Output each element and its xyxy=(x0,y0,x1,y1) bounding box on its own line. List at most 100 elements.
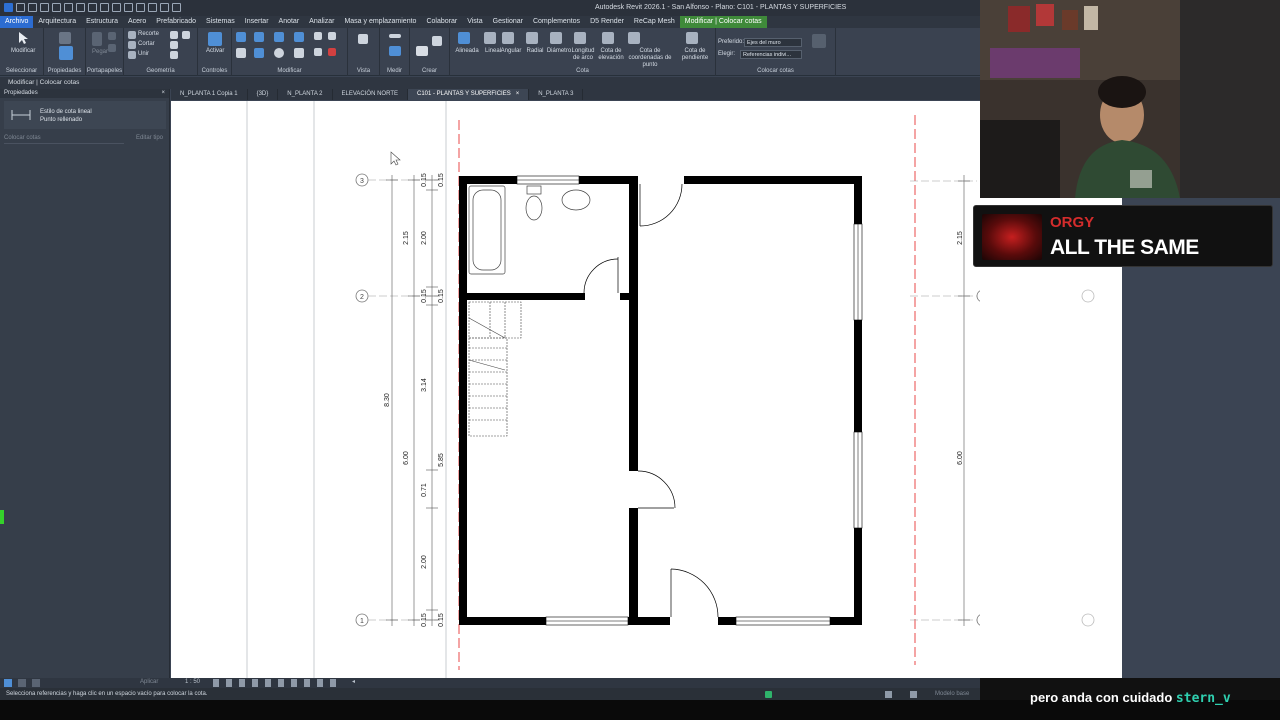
array-icon[interactable] xyxy=(314,48,322,56)
dimension-text[interactable]: 2.15 xyxy=(403,231,410,245)
dimension-text[interactable]: 0.71 xyxy=(421,483,428,497)
measure-icon[interactable] xyxy=(88,3,97,12)
geometry-tool-icon[interactable] xyxy=(170,51,178,59)
stair[interactable] xyxy=(468,301,522,437)
dimension-text[interactable]: 2.15 xyxy=(957,231,964,245)
geometry-tool-icon[interactable] xyxy=(170,41,178,49)
cut-icon[interactable] xyxy=(128,41,136,49)
dimension-tool-icon[interactable] xyxy=(526,32,538,44)
view-tab[interactable]: ELEVACIÓN NORTE xyxy=(333,89,408,100)
drawing-canvas[interactable]: 3 2 1 2 1 2.15 8.30 6.00 xyxy=(171,101,980,678)
dimension-text[interactable]: 2.00 xyxy=(421,231,428,245)
create-similar-icon[interactable] xyxy=(432,36,442,46)
undo-icon[interactable] xyxy=(52,3,61,12)
dimension-tool-icon[interactable] xyxy=(628,32,640,44)
geometry-tool-icon[interactable] xyxy=(182,31,190,39)
join-icon[interactable] xyxy=(128,51,136,59)
ribbon-tab[interactable]: Vista xyxy=(462,16,487,28)
windows[interactable] xyxy=(516,175,863,626)
worksharing-icon[interactable] xyxy=(765,691,772,698)
ribbon-tab[interactable]: Modificar | Colocar cotas xyxy=(679,16,767,28)
cope-button[interactable]: Recorte xyxy=(138,31,159,37)
walls[interactable] xyxy=(459,176,862,625)
open-icon[interactable] xyxy=(16,3,25,12)
ribbon-tab[interactable]: Prefabricado xyxy=(151,16,201,28)
dimension-text[interactable]: 0.15 xyxy=(421,613,428,627)
filter-icon[interactable] xyxy=(885,691,892,698)
model-icon[interactable] xyxy=(910,691,917,698)
dimension-text[interactable]: 0.15 xyxy=(421,173,428,187)
dimension-text[interactable]: 0.15 xyxy=(438,289,445,303)
dimension-tool-icon[interactable] xyxy=(550,32,562,44)
ribbon-tab[interactable]: Anotar xyxy=(274,16,305,28)
ribbon-tab[interactable]: Colaborar xyxy=(421,16,462,28)
dimension-options-icon[interactable] xyxy=(812,34,826,48)
geometry-tool-icon[interactable] xyxy=(170,31,178,39)
redo-icon[interactable] xyxy=(64,3,73,12)
delete-icon[interactable] xyxy=(328,48,336,56)
doors[interactable] xyxy=(583,183,719,618)
apply-button[interactable]: Aplicar xyxy=(140,679,158,685)
print-icon[interactable] xyxy=(76,3,85,12)
text-icon[interactable] xyxy=(112,3,121,12)
activate-button[interactable]: Activar xyxy=(206,48,224,54)
section-icon[interactable] xyxy=(136,3,145,12)
dimension-tool-button[interactable]: Longitud de arco xyxy=(568,48,598,62)
view-tab[interactable]: {3D} xyxy=(248,89,279,100)
dimension-text[interactable]: 3.14 xyxy=(421,378,428,392)
view-tab[interactable]: C101 - PLANTAS Y SUPERFICIES × xyxy=(408,89,530,100)
dimension-text[interactable]: 6.00 xyxy=(957,451,964,465)
view-tab[interactable]: N_PLANTA 3 xyxy=(529,89,584,100)
dimension-text[interactable]: 0.15 xyxy=(438,173,445,187)
cut-button[interactable]: Cortar xyxy=(138,41,155,47)
ribbon-tab[interactable]: Sistemas xyxy=(201,16,240,28)
ribbon-tab[interactable]: ReCap Mesh xyxy=(629,16,680,28)
view-controls-icons[interactable] xyxy=(213,679,343,687)
3d-view-icon[interactable] xyxy=(124,3,133,12)
scale-selector[interactable]: 1 : 50 xyxy=(185,679,200,685)
join-button[interactable]: Unir xyxy=(138,51,149,57)
close-tab-icon[interactable]: × xyxy=(516,91,520,97)
view-tab[interactable]: N_PLANTA 2 xyxy=(278,89,333,100)
save-icon[interactable] xyxy=(28,3,37,12)
dimension-tool-icon[interactable] xyxy=(502,32,514,44)
sheet-icon[interactable] xyxy=(18,679,26,687)
mirror-axis-icon[interactable] xyxy=(274,32,284,42)
ribbon-tab[interactable]: Acero xyxy=(123,16,151,28)
bathroom-fixtures[interactable] xyxy=(468,185,591,275)
model-selector[interactable]: Modelo base xyxy=(935,688,969,700)
edit-type-button[interactable]: Editar tipo xyxy=(136,135,163,141)
dimension-tool-icon[interactable] xyxy=(484,32,496,44)
thin-lines-icon[interactable] xyxy=(148,3,157,12)
revit-logo-icon[interactable] xyxy=(4,3,13,12)
dimension-tool-button[interactable]: Cota de coordenadas de punto xyxy=(622,48,678,69)
match-type-icon[interactable] xyxy=(108,44,116,52)
cursor-icon[interactable] xyxy=(17,31,29,45)
cope-icon[interactable] xyxy=(128,31,136,39)
align-icon[interactable] xyxy=(236,32,246,42)
move-icon[interactable] xyxy=(236,48,246,58)
ribbon-tab[interactable]: Insertar xyxy=(240,16,274,28)
dimension-tool-icon[interactable] xyxy=(686,32,698,44)
floor-plan[interactable]: 3 2 1 2 1 2.15 8.30 6.00 xyxy=(171,101,980,678)
model-icon[interactable] xyxy=(32,679,40,687)
dimension-text[interactable]: 2.00 xyxy=(421,555,428,569)
ribbon-tab[interactable]: Gestionar xyxy=(488,16,528,28)
ribbon-tab[interactable]: Analizar xyxy=(304,16,339,28)
offset-icon[interactable] xyxy=(254,32,264,42)
drawing-canvas-continued[interactable] xyxy=(980,198,1122,678)
ribbon-tab[interactable]: D5 Render xyxy=(585,16,629,28)
view-icon[interactable] xyxy=(358,34,368,44)
paste-icon[interactable] xyxy=(92,32,102,46)
dimension-text[interactable]: 0.15 xyxy=(438,613,445,627)
dimension-text[interactable]: 5.85 xyxy=(438,453,445,467)
measure-tool-icon[interactable] xyxy=(389,34,401,38)
dimension-text[interactable]: 8.30 xyxy=(384,393,391,407)
split-gap-icon[interactable] xyxy=(328,32,336,40)
sync-icon[interactable] xyxy=(40,3,49,12)
dimension-tool-icon[interactable] xyxy=(389,46,401,56)
ribbon-tab[interactable]: Estructura xyxy=(81,16,123,28)
properties-filter[interactable]: Colocar cotas xyxy=(4,135,124,144)
pick-select[interactable]: Referencias indivi... xyxy=(740,50,802,59)
properties-icon[interactable] xyxy=(59,46,73,60)
